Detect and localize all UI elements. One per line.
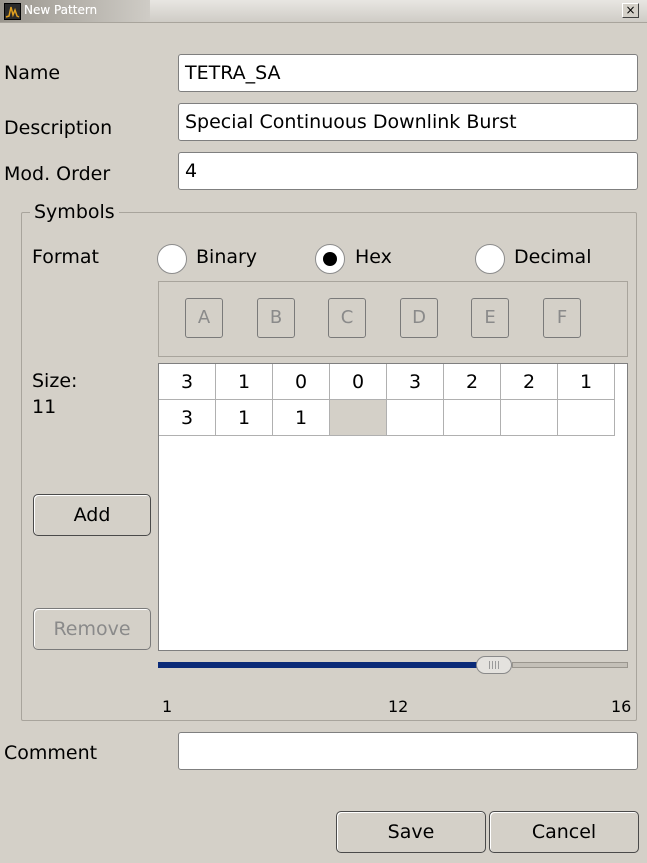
symbol-cell[interactable] [387,400,444,436]
format-binary-radio[interactable] [157,244,187,274]
symbol-cell[interactable] [501,400,558,436]
new-pattern-dialog: New Pattern × Name TETRA_SA Description … [0,0,647,863]
format-hex-label[interactable]: Hex [355,246,392,268]
title-bar[interactable]: New Pattern × [0,0,647,23]
hex-key-d-button[interactable]: D [400,298,438,338]
mod-order-field[interactable]: 4 [178,152,638,190]
name-field[interactable]: TETRA_SA [178,54,638,92]
symbol-cell[interactable]: 1 [273,400,330,436]
remove-button[interactable]: Remove [33,608,151,650]
format-decimal-radio[interactable] [475,244,505,274]
symbol-cell[interactable]: 2 [444,364,501,400]
slider-track-empty[interactable] [512,662,628,668]
symbol-cell[interactable]: 3 [159,364,216,400]
description-label: Description [4,117,113,139]
name-label: Name [4,62,61,84]
description-field[interactable]: Special Continuous Downlink Burst [178,103,638,141]
comment-label: Comment [4,742,98,764]
symbol-cell[interactable] [444,400,501,436]
symbol-cell[interactable]: 1 [558,364,615,400]
comment-field[interactable] [178,732,638,770]
symbol-cell-selected[interactable] [330,400,387,436]
slider-value-label: 12 [388,697,409,716]
size-value: 11 [32,396,57,418]
symbol-table[interactable]: 3 1 0 0 3 2 2 1 3 1 1 [158,363,628,651]
slider-max-label: 16 [611,697,632,716]
format-label: Format [32,246,99,268]
symbol-cell[interactable]: 0 [273,364,330,400]
format-hex-radio[interactable] [315,244,345,274]
slider-min-label: 1 [162,697,173,716]
slider-track-filled[interactable] [158,662,480,668]
symbol-cell[interactable]: 2 [501,364,558,400]
symbol-cell[interactable] [558,400,615,436]
symbols-group-title: Symbols [30,201,119,223]
symbol-cell[interactable]: 0 [330,364,387,400]
format-binary-label[interactable]: Binary [196,246,257,268]
hex-key-c-button[interactable]: C [328,298,366,338]
symbol-cell[interactable]: 1 [216,400,273,436]
hex-key-e-button[interactable]: E [471,298,509,338]
mod-order-label: Mod. Order [4,163,111,185]
hex-key-f-button[interactable]: F [543,298,581,338]
symbol-cell[interactable]: 3 [159,400,216,436]
add-button[interactable]: Add [33,494,151,536]
save-button[interactable]: Save [336,811,486,853]
close-icon: × [625,3,636,17]
hex-key-b-button[interactable]: B [257,298,295,338]
symbol-cell[interactable]: 1 [216,364,273,400]
spectrum-app-icon [4,3,21,20]
symbol-cell[interactable]: 3 [387,364,444,400]
close-button[interactable]: × [622,3,639,18]
cancel-button[interactable]: Cancel [489,811,639,853]
hex-key-a-button[interactable]: A [185,298,223,338]
format-decimal-label[interactable]: Decimal [514,246,591,268]
size-label: Size: [32,370,78,392]
window-title: New Pattern [24,3,98,17]
slider-thumb[interactable] [476,656,512,674]
